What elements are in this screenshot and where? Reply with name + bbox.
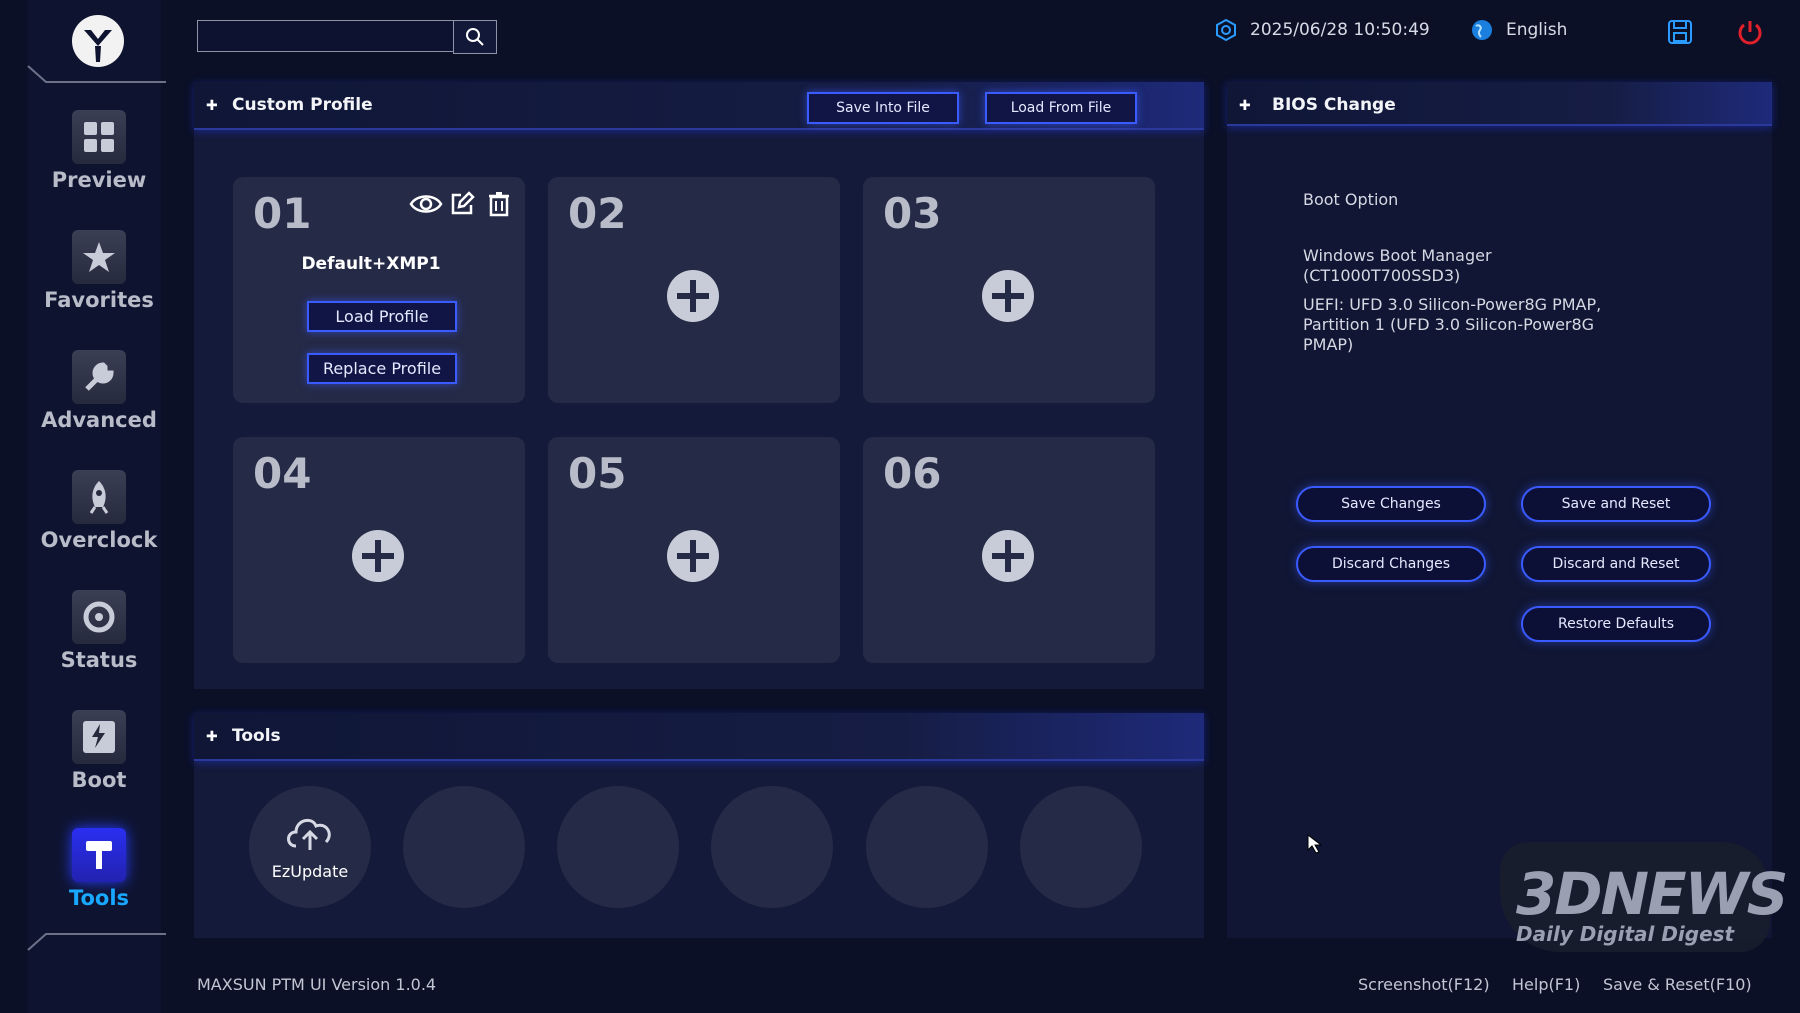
profile-slot-06[interactable]: 06 [863,437,1155,663]
tool-slot-empty [403,786,525,908]
profile-name: Default+XMP1 [301,254,441,274]
sidebar-item-label: Boot [71,768,127,792]
wrench-icon [72,350,126,404]
edit-icon[interactable] [449,191,475,217]
load-profile-button[interactable]: Load Profile [307,301,457,332]
sidebar-item-overclock[interactable]: Overclock [27,470,171,552]
sidebar-bottom-divider [26,930,166,952]
sidebar-item-label: Advanced [41,408,157,432]
add-profile-icon[interactable] [351,529,405,583]
cloud-upload-icon [287,818,331,850]
language-selector[interactable]: English [1470,18,1567,42]
slot-number: 04 [253,449,312,498]
datetime-display[interactable]: 2025/06/28 10:50:49 [1214,18,1430,42]
plus-icon: ✚ [1239,98,1251,114]
help-shortcut[interactable]: Help(F1) [1512,975,1580,994]
screenshot-shortcut[interactable]: Screenshot(F12) [1358,975,1490,994]
discard-and-reset-button[interactable]: Discard and Reset [1521,546,1711,582]
star-icon [72,230,126,284]
power-icon[interactable] [1736,18,1764,46]
search-icon [466,28,484,46]
save-and-reset-button[interactable]: Save and Reset [1521,486,1711,522]
add-profile-icon[interactable] [666,529,720,583]
watermark: 3DNEWS Daily Digital Digest [1500,830,1788,960]
boot-entry[interactable]: UEFI: UFD 3.0 Silicon-Power8G PMAP, Part… [1303,295,1623,355]
load-from-file-button[interactable]: Load From File [985,92,1137,124]
profile-slot-04[interactable]: 04 [233,437,525,663]
sidebar-item-status[interactable]: Status [27,590,171,672]
rocket-icon [72,470,126,524]
discard-changes-button[interactable]: Discard Changes [1296,546,1486,582]
add-profile-icon[interactable] [666,269,720,323]
view-icon[interactable] [409,191,443,217]
datetime-text: 2025/06/28 10:50:49 [1250,20,1430,40]
tool-ezupdate[interactable]: EzUpdate [249,786,371,908]
restore-defaults-button[interactable]: Restore Defaults [1521,606,1711,642]
sidebar-item-label: Tools [68,886,130,910]
tool-label: EzUpdate [271,862,349,881]
save-changes-button[interactable]: Save Changes [1296,486,1486,522]
sidebar-top-divider [26,64,166,86]
profile-slot-01[interactable]: 01 Default+XMP1 Load Profile Replace Pro… [233,177,525,403]
save-icon[interactable] [1667,19,1693,45]
panel-title: Tools [232,726,281,746]
replace-profile-button[interactable]: Replace Profile [307,353,457,384]
watermark-brand: 3DNEWS [1516,860,1788,928]
add-profile-icon[interactable] [981,529,1035,583]
slot-number: 06 [883,449,942,498]
gauge-icon [72,590,126,644]
globe-icon [1472,20,1492,40]
tool-slot-empty [557,786,679,908]
search-input[interactable] [197,20,497,52]
slot-number: 01 [253,189,312,238]
custom-profile-panel: ✚ Custom Profile Save Into File Load Fro… [194,82,1204,689]
save-reset-shortcut[interactable]: Save & Reset(F10) [1603,975,1752,994]
language-text: English [1506,20,1568,40]
slot-number: 03 [883,189,942,238]
boot-entry[interactable]: Windows Boot Manager (CT1000T700SSD3) [1303,246,1553,286]
slot-number: 02 [568,189,627,238]
version-text: MAXSUN PTM UI Version 1.0.4 [197,975,437,994]
panel-title: BIOS Change [1272,95,1396,115]
plus-icon: ✚ [206,98,218,114]
tool-slot-empty [1020,786,1142,908]
hammer-icon [72,828,126,882]
sidebar-item-label: Overclock [40,528,158,552]
boot-option-label: Boot Option [1303,190,1399,209]
mouse-cursor-icon [1307,833,1325,858]
sidebar-item-preview[interactable]: Preview [27,110,171,192]
ssd-icon [72,710,126,764]
profile-slot-02[interactable]: 02 [548,177,840,403]
plus-icon: ✚ [206,729,218,745]
sidebar-item-advanced[interactable]: Advanced [27,350,171,432]
watermark-tagline: Daily Digital Digest [1516,922,1735,946]
delete-icon[interactable] [488,191,510,217]
sidebar-item-label: Preview [51,168,147,192]
panel-title: Custom Profile [232,95,373,115]
settings-icon [1216,18,1236,42]
sidebar-item-tools[interactable]: Tools [27,828,171,910]
save-into-file-button[interactable]: Save Into File [807,92,959,124]
maxsun-logo [69,12,127,70]
grid-icon [72,110,126,164]
slot-number: 05 [568,449,627,498]
profile-slot-05[interactable]: 05 [548,437,840,663]
add-profile-icon[interactable] [981,269,1035,323]
sidebar-item-favorites[interactable]: Favorites [27,230,171,312]
profile-slot-03[interactable]: 03 [863,177,1155,403]
search-button[interactable] [453,20,497,54]
panel-header: ✚ BIOS Change [1227,82,1772,126]
sidebar-item-boot[interactable]: Boot [27,710,171,792]
sidebar-item-label: Favorites [44,288,154,312]
tool-slot-empty [866,786,988,908]
panel-header: ✚ Tools [194,713,1204,761]
sidebar-item-label: Status [60,648,138,672]
tool-slot-empty [711,786,833,908]
